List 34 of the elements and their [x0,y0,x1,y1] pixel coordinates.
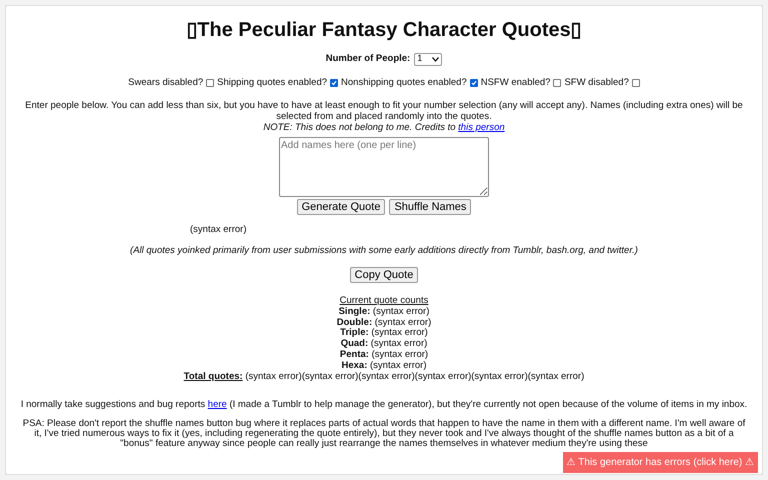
count-line: Quad: (syntax error) [340,339,428,350]
option-label: SFW disabled? [564,76,629,90]
option-checkbox[interactable] [330,79,338,88]
here-link[interactable]: here [208,399,227,410]
credits-link[interactable]: this person [458,122,505,132]
people-label: Number of People: [326,52,410,66]
count-line: Double: (syntax error) [336,318,432,328]
count-line: Hexa: (syntax error) [342,360,426,372]
copy-button[interactable]: Copy Quote [350,267,418,283]
option-checkbox[interactable] [470,79,478,88]
page-title: ▯The Peculiar Fantasy Character Quotes▯ [186,18,582,42]
psa-text: PSA: Please don't report the shuffle names button bug where it replaces parts of actual words that happen to have the name in them with a different name. I'm well aware of it, I've tried numerous ways to fix it (yes, including regenerating the quote entirely), but they never took and I've always thought of the shuffle names button as a bit of a "bonus" feature anyway since people can really just rearrange the names themselves in whatever medium they're using these [22,418,746,449]
counts-heading: Current quote counts [340,296,428,307]
option-label: Swears disabled? [128,76,204,90]
option-label: Nonshipping quotes enabled? [341,76,467,90]
option-checkbox[interactable] [632,79,640,88]
suggestions-text: I normally take suggestions and bug reports here (I made a Tumblr to help manage the generator), but they're currently not open because of the volume of items in my inbox. [20,398,748,412]
total-line: Total quotes: (syntax error)(syntax error)(syntax error)(syntax error)(syntax error)(syntax error) [184,372,584,382]
source-note: (All quotes yoinked primarily from user submissions with some early additions directly from Tumblr, bash.org, and twitter.) [130,244,638,258]
names-field[interactable]: Add names here (one per line) [279,136,489,196]
shuffle-button[interactable]: Shuffle Names [389,198,472,214]
option-label: Shipping quotes enabled? [217,76,328,90]
generate-button[interactable]: Generate Quote [296,198,386,214]
instructions-text: Enter people below. You can add less than six, but you have to have at least enough to fit your number selection (any will accept any). Names (including extra ones) will be selected from and placed randomly into the quotes. [24,100,744,122]
count-line: Penta: (syntax error) [340,350,428,361]
option-checkbox[interactable] [553,79,562,88]
caret-icon [432,56,440,62]
people-select[interactable]: 1 [414,52,442,66]
option-label: NSFW enabled? [480,76,550,90]
count-line: Single: (syntax error) [338,306,430,318]
quote-output: (syntax error) [190,224,246,234]
count-line: Triple: (syntax error) [340,328,428,339]
note-text: NOTE: This does not belong to me. Credits to this person [263,122,505,132]
option-checkbox[interactable] [206,79,214,88]
